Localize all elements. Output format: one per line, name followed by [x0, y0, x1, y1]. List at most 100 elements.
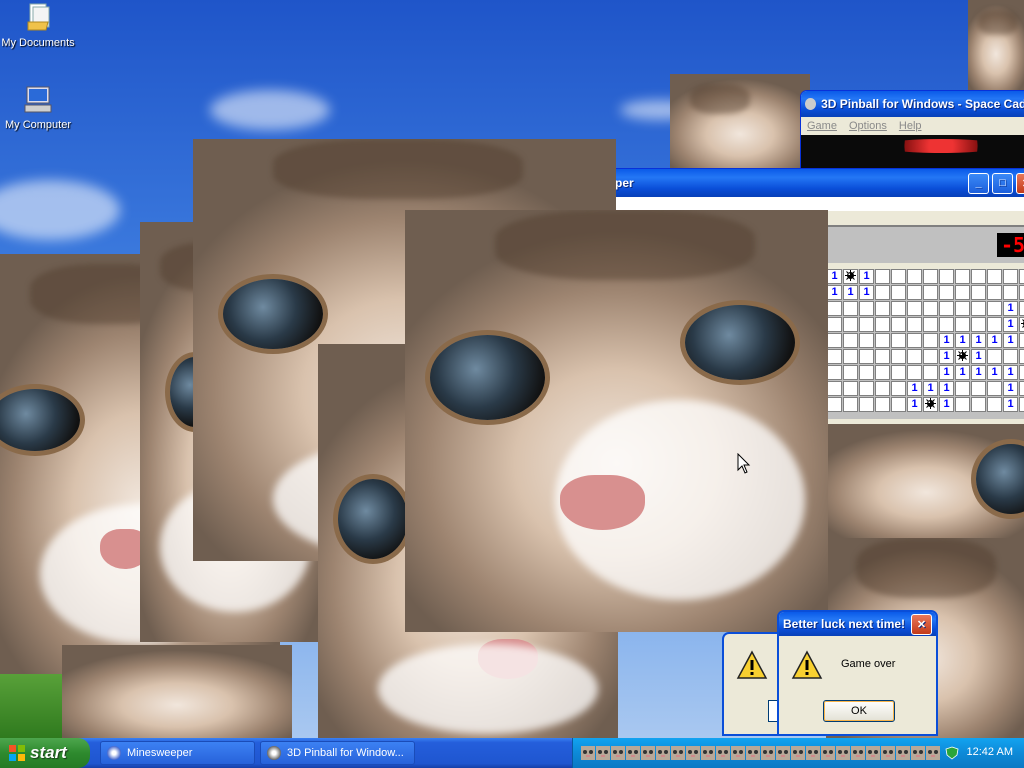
- grid-cell[interactable]: [827, 381, 842, 396]
- menu-game[interactable]: Game: [807, 120, 837, 132]
- ok-button[interactable]: OK: [823, 700, 895, 722]
- grid-cell[interactable]: 1: [1003, 365, 1018, 380]
- grid-cell[interactable]: [971, 381, 986, 396]
- grid-cell[interactable]: [891, 301, 906, 316]
- maximize-button[interactable]: □: [992, 172, 1013, 194]
- grid-cell[interactable]: [1019, 269, 1024, 284]
- tray-cat-icon[interactable]: [686, 746, 700, 760]
- grid-cell[interactable]: [843, 365, 858, 380]
- pinball-titlebar[interactable]: 3D Pinball for Windows - Space Cadet: [801, 91, 1024, 117]
- grid-cell[interactable]: [971, 397, 986, 412]
- grid-cell[interactable]: [875, 349, 890, 364]
- grid-cell[interactable]: [1003, 349, 1018, 364]
- grid-cell[interactable]: [1019, 365, 1024, 380]
- taskbar-button-pinball[interactable]: 3D Pinball for Window...: [260, 741, 415, 765]
- tray-cat-icon[interactable]: [791, 746, 805, 760]
- tray-cat-icon[interactable]: [896, 746, 910, 760]
- mine-cell[interactable]: [923, 397, 938, 412]
- grid-cell[interactable]: [923, 333, 938, 348]
- tray-cat-icon[interactable]: [776, 746, 790, 760]
- tray-cat-icon[interactable]: [581, 746, 595, 760]
- grid-cell[interactable]: 1: [907, 381, 922, 396]
- grid-cell[interactable]: 1: [987, 333, 1002, 348]
- dialog-titlebar[interactable]: Better luck next time! ✕: [779, 612, 936, 636]
- grid-cell[interactable]: [875, 397, 890, 412]
- grid-cell[interactable]: [987, 317, 1002, 332]
- grid-cell[interactable]: [891, 285, 906, 300]
- grid-cell[interactable]: [907, 349, 922, 364]
- tray-cat-icon[interactable]: [626, 746, 640, 760]
- grid-cell[interactable]: [891, 349, 906, 364]
- grid-cell[interactable]: [827, 365, 842, 380]
- grid-cell[interactable]: 1: [907, 397, 922, 412]
- grid-cell[interactable]: 1: [843, 285, 858, 300]
- desktop-icon-my-documents[interactable]: My Documents: [0, 2, 78, 49]
- grid-cell[interactable]: 1: [939, 397, 954, 412]
- tray-cat-icon[interactable]: [716, 746, 730, 760]
- grid-cell[interactable]: [891, 269, 906, 284]
- grid-cell[interactable]: [987, 301, 1002, 316]
- tray-cat-icon[interactable]: [641, 746, 655, 760]
- grid-cell[interactable]: [875, 333, 890, 348]
- grid-cell[interactable]: [971, 269, 986, 284]
- grid-cell[interactable]: [955, 301, 970, 316]
- grid-cell[interactable]: [955, 285, 970, 300]
- taskbar-button-minesweeper[interactable]: Minesweeper: [100, 741, 255, 765]
- grid-cell[interactable]: [907, 317, 922, 332]
- grid-cell[interactable]: [923, 317, 938, 332]
- grid-cell[interactable]: [987, 269, 1002, 284]
- grid-cell[interactable]: 1: [1003, 333, 1018, 348]
- grid-cell[interactable]: 1: [939, 349, 954, 364]
- grid-cell[interactable]: [907, 365, 922, 380]
- grid-cell[interactable]: [939, 317, 954, 332]
- pinball-table[interactable]: [801, 135, 1024, 171]
- grid-cell[interactable]: [1019, 381, 1024, 396]
- grid-cell[interactable]: [1019, 397, 1024, 412]
- tray-cat-icon[interactable]: [851, 746, 865, 760]
- menu-help[interactable]: Help: [899, 120, 922, 132]
- grid-cell[interactable]: [843, 381, 858, 396]
- grid-cell[interactable]: [923, 269, 938, 284]
- desktop-icon-my-computer[interactable]: My Computer: [0, 84, 78, 131]
- grid-cell[interactable]: [843, 333, 858, 348]
- grid-cell[interactable]: [907, 285, 922, 300]
- grid-cell[interactable]: [955, 397, 970, 412]
- tray-cat-icon[interactable]: [746, 746, 760, 760]
- grid-cell[interactable]: [907, 269, 922, 284]
- grid-cell[interactable]: [875, 365, 890, 380]
- grid-cell[interactable]: 1: [827, 285, 842, 300]
- tray-cat-icon[interactable]: [866, 746, 880, 760]
- grid-cell[interactable]: [1019, 285, 1024, 300]
- grid-cell[interactable]: 1: [1019, 301, 1024, 316]
- grid-cell[interactable]: [827, 317, 842, 332]
- grid-cell[interactable]: [827, 301, 842, 316]
- grid-cell[interactable]: [971, 285, 986, 300]
- clock[interactable]: 12:42 AM: [967, 746, 1013, 758]
- grid-cell[interactable]: [827, 349, 842, 364]
- tray-cat-icon[interactable]: [671, 746, 685, 760]
- grid-cell[interactable]: [891, 333, 906, 348]
- grid-cell[interactable]: [859, 397, 874, 412]
- grid-cell[interactable]: 1: [923, 381, 938, 396]
- grid-cell[interactable]: [891, 317, 906, 332]
- tray-cat-icon[interactable]: [731, 746, 745, 760]
- grid-cell[interactable]: [971, 301, 986, 316]
- grid-cell[interactable]: [875, 285, 890, 300]
- grid-cell[interactable]: [859, 317, 874, 332]
- grid-cell[interactable]: [875, 381, 890, 396]
- close-button[interactable]: ✕: [1016, 172, 1024, 194]
- grid-cell[interactable]: [955, 269, 970, 284]
- grid-cell[interactable]: 1: [955, 365, 970, 380]
- grid-cell[interactable]: [923, 365, 938, 380]
- grid-cell[interactable]: 1: [955, 333, 970, 348]
- tray-cat-icon[interactable]: [611, 746, 625, 760]
- grid-cell[interactable]: 1: [939, 365, 954, 380]
- mine-cell[interactable]: [1019, 317, 1024, 332]
- grid-cell[interactable]: 1: [971, 365, 986, 380]
- grid-cell[interactable]: [891, 381, 906, 396]
- close-button[interactable]: ✕: [911, 613, 932, 635]
- grid-cell[interactable]: [843, 349, 858, 364]
- grid-cell[interactable]: 1: [1003, 317, 1018, 332]
- security-shield-icon[interactable]: [945, 746, 959, 760]
- grid-cell[interactable]: 1: [939, 333, 954, 348]
